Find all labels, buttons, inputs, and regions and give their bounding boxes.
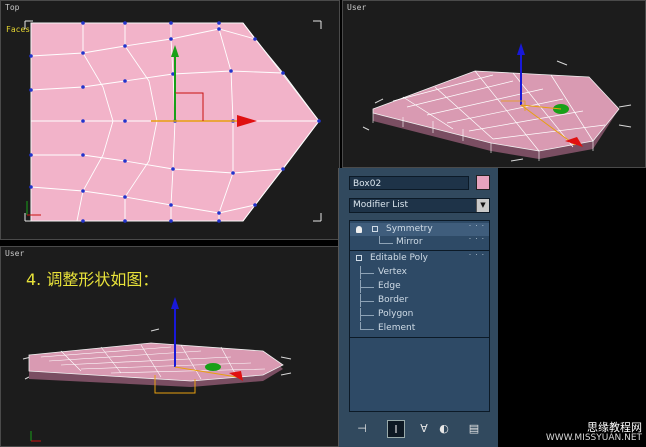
stack-item-vertex[interactable]: Vertex [350,266,489,279]
object-name-field[interactable]: Box02 [349,176,469,190]
lightbulb-icon[interactable] [356,226,362,233]
chevron-down-icon[interactable]: ▼ [476,199,489,212]
make-unique-icon[interactable]: ∀ [415,420,433,438]
sub-object-dots-icon: · · · [468,251,485,259]
tutorial-step-caption: 4. 调整形状如图： [26,270,159,289]
user-view-mesh [362,43,632,162]
user-viewport-right[interactable]: User [342,0,646,168]
axis-tripod-icon [30,431,41,442]
watermark-url: WWW.MISSYUAN.NET [545,433,642,443]
stack-item-border[interactable]: Border [350,294,489,307]
watermark-title: 思缘教程网 [587,421,642,434]
stack-toolbar: ⊣ I ∀ ◐ ▤ [349,420,490,440]
stack-item-mirror[interactable]: Mirror · · · [350,236,489,249]
remove-modifier-icon[interactable]: ◐ [435,420,453,438]
top-viewport[interactable]: Top Faces: 60 [0,0,340,240]
modifier-list-label: Modifier List [353,200,408,210]
modifier-stack[interactable]: Symmetry · · · Mirror · · · Editable Pol… [349,220,490,412]
stack-item-label: Symmetry [386,224,433,234]
stack-item-label: Element [378,323,416,333]
configure-modifier-sets-icon[interactable]: ▤ [465,420,483,438]
show-end-result-icon[interactable]: I [387,420,405,438]
stack-item-element[interactable]: Element [350,322,489,335]
sub-object-dots-icon: · · · [468,235,485,243]
stack-item-label: Edge [378,281,401,291]
collapse-minus-icon[interactable] [372,226,378,232]
sub-object-dots-icon: · · · [468,222,485,230]
object-color-swatch[interactable] [476,175,490,190]
collapse-minus-icon[interactable] [356,255,362,261]
stack-item-label: Border [378,295,409,305]
stack-item-editable-poly[interactable]: Editable Poly · · · [350,252,489,265]
watermark: 思缘教程网 WWW.MISSYUAN.NET [545,421,642,443]
stack-item-label: Editable Poly [370,253,428,263]
stack-item-label: Polygon [378,309,414,319]
stack-item-polygon[interactable]: Polygon [350,308,489,321]
modify-panel: Box02 Modifier List ▼ Symmetry · · · Mir… [338,168,498,447]
top-view-mesh [24,20,322,223]
stack-item-label: Mirror [396,237,423,247]
modifier-list-dropdown[interactable]: Modifier List ▼ [349,198,490,213]
stack-item-label: Vertex [378,267,407,277]
pin-stack-icon[interactable]: ⊣ [353,420,371,438]
stack-item-edge[interactable]: Edge [350,280,489,293]
